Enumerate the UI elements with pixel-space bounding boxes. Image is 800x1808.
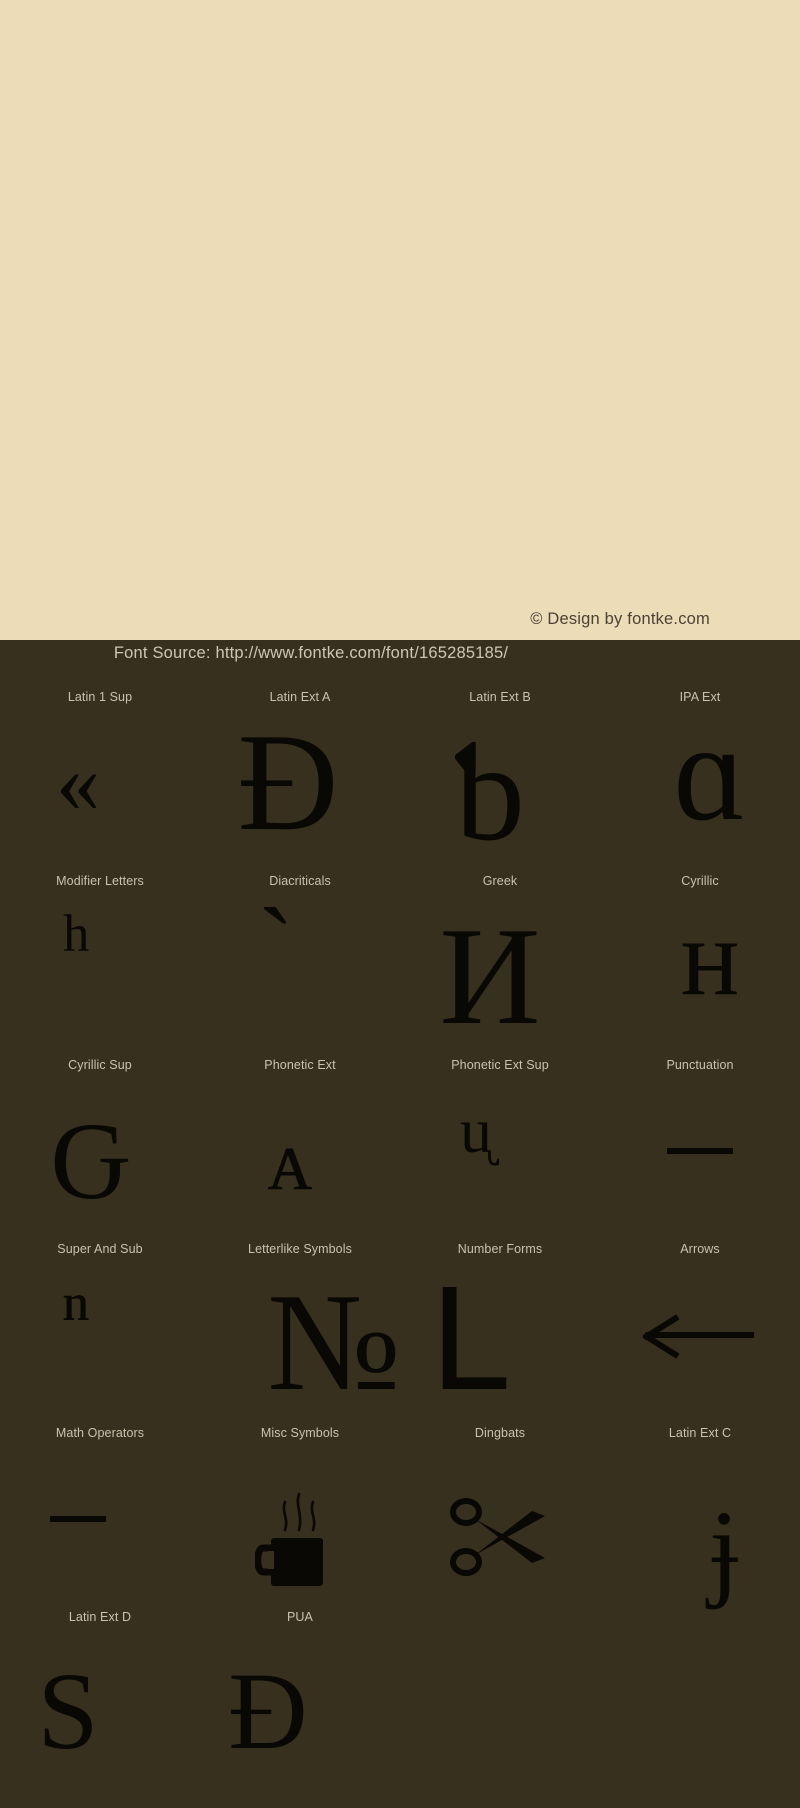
copyright-notice: © Design by fontke.com: [530, 610, 710, 628]
block-label: Misc Symbols: [260, 1426, 340, 1440]
block-label: Greek: [482, 874, 518, 888]
combining-grave-accent-glyph: ˋ: [257, 886, 295, 1008]
pua-d-with-stroke-glyph: Đ: [228, 1650, 308, 1772]
d-with-stroke-glyph: Đ: [237, 705, 339, 860]
hot-beverage-glyph: [200, 1456, 400, 1618]
block-cell-misc-symbols[interactable]: Misc Symbols: [200, 1416, 400, 1600]
block-cell-phonetic-ext-sup[interactable]: Phonetic Ext Sup ᶙ: [400, 1048, 600, 1232]
roman-numeral-fifty-glyph: Ⅼ: [429, 1265, 507, 1420]
cyrillic-en-glyph: н: [680, 896, 740, 1018]
greek-sample-glyph: И: [439, 899, 541, 1054]
block-cell-diacriticals[interactable]: Diacriticals ˋ: [200, 864, 400, 1048]
block-cell-greek[interactable]: Greek И: [400, 864, 600, 1048]
block-cell-empty-2: [600, 1600, 800, 1784]
block-label: Letterlike Symbols: [248, 1242, 352, 1256]
block-cell-latin-1-sup[interactable]: Latin 1 Sup «: [0, 680, 200, 864]
block-cell-super-and-sub[interactable]: Super And Sub ⁿ: [0, 1232, 200, 1416]
font-source-url[interactable]: Font Source: http://www.fontke.com/font/…: [0, 644, 800, 663]
em-dash-glyph: [600, 1070, 800, 1232]
block-cell-pua[interactable]: PUA Đ: [200, 1600, 400, 1784]
block-label: Cyrillic Sup: [68, 1058, 132, 1072]
block-label: Phonetic Ext: [264, 1058, 336, 1072]
small-capital-a-glyph: ᴀ: [267, 1112, 313, 1209]
block-cell-latin-ext-a[interactable]: Latin Ext A Đ: [200, 680, 400, 864]
block-cell-dingbats[interactable]: Dingbats: [400, 1416, 600, 1600]
block-label: Number Forms: [457, 1242, 543, 1256]
latin-capital-s-glyph: S: [37, 1650, 99, 1772]
arrow-left-shape: [646, 1332, 754, 1338]
minus-sign-rule: [50, 1516, 106, 1522]
block-cell-phonetic-ext[interactable]: Phonetic Ext ᴀ: [200, 1048, 400, 1232]
minus-sign-glyph: [0, 1438, 178, 1600]
modifier-letter-h-glyph: ʰ: [61, 898, 91, 995]
block-label: Latin Ext B: [469, 690, 531, 704]
block-label: PUA: [286, 1610, 313, 1624]
block-cell-number-forms[interactable]: Number Forms Ⅼ: [400, 1232, 600, 1416]
block-label: Latin Ext C: [668, 1426, 732, 1440]
block-cell-punctuation[interactable]: Punctuation: [600, 1048, 800, 1232]
superscript-n-glyph: ⁿ: [62, 1266, 90, 1363]
guillemet-left-glyph: «: [56, 734, 100, 831]
block-label: Dingbats: [474, 1426, 526, 1440]
modifier-u-retroflex-glyph: ᶙ: [460, 1095, 492, 1166]
latin-alpha-glyph: ɑ: [673, 695, 747, 850]
font-preview-panel: © Design by fontke.com: [0, 0, 800, 640]
scissors-glyph: [400, 1456, 600, 1618]
cyrillic-komi-sje-glyph: Ԍ: [50, 1100, 130, 1222]
block-cell-latin-ext-b[interactable]: Latin Ext B ƅ: [400, 680, 600, 864]
block-cell-cyrillic-sup[interactable]: Cyrillic Sup Ԍ: [0, 1048, 200, 1232]
font-specimen-page: © Design by fontke.com Font Source: http…: [0, 0, 800, 1808]
block-cell-empty-1: [400, 1600, 600, 1784]
block-cell-latin-ext-c[interactable]: Latin Ext C ɉ: [600, 1416, 800, 1604]
block-cell-arrows[interactable]: Arrows: [600, 1232, 800, 1416]
unicode-block-grid: Latin 1 Sup « Latin Ext A Đ Latin Ext B …: [0, 680, 800, 1784]
block-cell-ipa-ext[interactable]: IPA Ext ɑ: [600, 680, 800, 864]
block-cell-cyrillic[interactable]: Cyrillic н: [600, 864, 800, 1048]
b-tone-six-glyph: ƅ: [455, 715, 525, 870]
block-cell-modifier-letters[interactable]: Modifier Letters ʰ: [0, 864, 200, 1048]
leftwards-arrow-glyph: [600, 1254, 800, 1416]
em-dash-rule: [667, 1148, 733, 1154]
block-cell-math-operators[interactable]: Math Operators: [0, 1416, 200, 1600]
block-label: Latin Ext D: [68, 1610, 132, 1624]
